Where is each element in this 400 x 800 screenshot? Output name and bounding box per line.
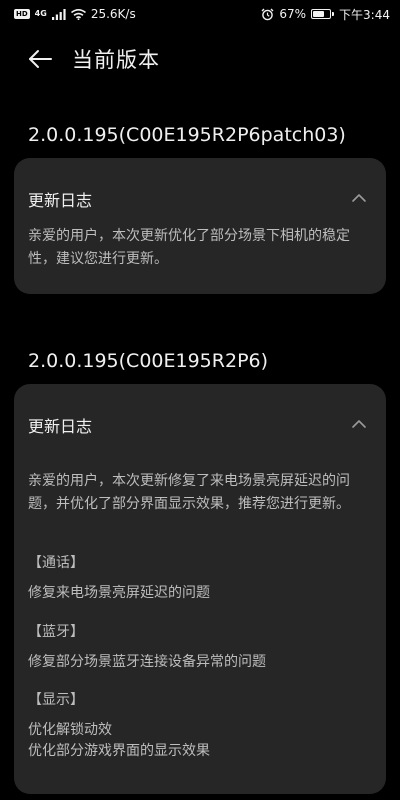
hd-badge: HD bbox=[14, 9, 30, 19]
network-type-label: 4G bbox=[34, 9, 47, 18]
section-item: 修复部分场景蓝牙连接设备异常的问题 bbox=[28, 654, 266, 670]
status-bar: HD 4G 25.6K/s 67% 下午3:44 bbox=[0, 0, 400, 28]
changelog-title: 更新日志 bbox=[28, 191, 93, 210]
back-arrow-icon bbox=[29, 50, 52, 68]
battery-icon bbox=[311, 9, 335, 19]
section-heading: 【蓝牙】 bbox=[28, 624, 84, 640]
changelog-intro: 亲爱的用户，本次更新修复了来电场景亮屏延迟的问题，并优化了部分界面显示效果，推荐… bbox=[28, 473, 350, 512]
changelog-header[interactable]: 更新日志 bbox=[14, 158, 386, 234]
status-bar-left: HD 4G 25.6K/s bbox=[14, 7, 136, 21]
changelog-intro: 亲爱的用户，本次更新优化了部分场景下相机的稳定性，建议您进行更新。 bbox=[28, 228, 350, 267]
changelog-card: 更新日志 亲爱的用户，本次更新优化了部分场景下相机的稳定性，建议您进行更新。 bbox=[14, 158, 386, 294]
status-bar-right: 67% 下午3:44 bbox=[261, 6, 390, 23]
changelog-title: 更新日志 bbox=[28, 417, 93, 436]
wifi-icon bbox=[70, 8, 86, 20]
back-button[interactable] bbox=[20, 39, 60, 79]
section-heading: 【通话】 bbox=[28, 555, 84, 571]
clock: 下午3:44 bbox=[339, 7, 390, 22]
changelog-header[interactable]: 更新日志 bbox=[14, 384, 386, 460]
section-heading: 【显示】 bbox=[28, 692, 84, 708]
chevron-up-icon[interactable] bbox=[350, 189, 368, 207]
alarm-icon bbox=[261, 8, 274, 21]
battery-tip bbox=[332, 12, 335, 16]
changelog-card: 更新日志 亲爱的用户，本次更新修复了来电场景亮屏延迟的问题，并优化了部分界面显示… bbox=[14, 384, 386, 794]
network-speed: 25.6K/s bbox=[90, 7, 136, 21]
chevron-up-icon[interactable] bbox=[350, 415, 368, 433]
network-type: 4G bbox=[35, 10, 47, 18]
version-label: 2.0.0.195(C00E195R2P6) bbox=[28, 350, 269, 372]
battery-fill bbox=[313, 11, 324, 17]
section-item: 修复来电场景亮屏延迟的问题 bbox=[28, 585, 210, 601]
app-header: 当前版本 bbox=[0, 36, 400, 82]
version-label: 2.0.0.195(C00E195R2P6patch03) bbox=[28, 124, 346, 146]
battery-body bbox=[311, 9, 332, 19]
section-item: 优化解锁动效 bbox=[28, 722, 112, 738]
signal-icon bbox=[51, 8, 66, 20]
section-item: 优化部分游戏界面的显示效果 bbox=[28, 743, 210, 759]
battery-percent: 67% bbox=[279, 7, 307, 21]
page-title: 当前版本 bbox=[72, 48, 160, 72]
